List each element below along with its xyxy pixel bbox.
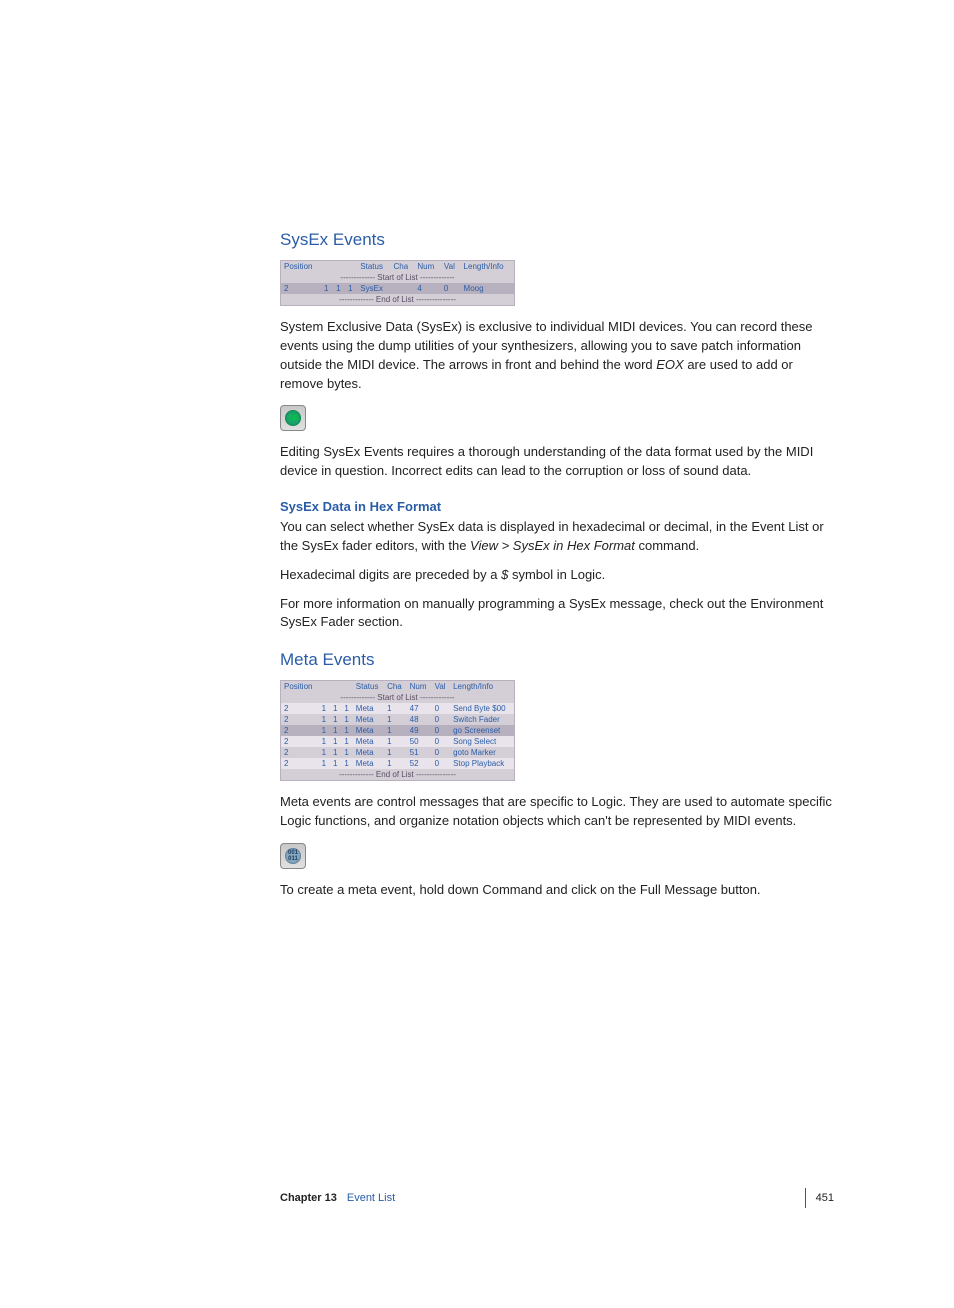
table-row: 2 1 1 1 Meta 1 50 0 Song Select	[281, 736, 515, 747]
col-val: Val	[432, 681, 451, 693]
sysex-event-icon: SE	[280, 405, 306, 431]
heading-meta-events: Meta Events	[280, 650, 834, 670]
table-row: 2 1 1 1 Meta 1 49 0 go Screenset	[281, 725, 515, 736]
meta-event-icon: 001 011	[280, 843, 306, 869]
meta-icon-glyph: 001 011	[285, 848, 301, 864]
col-position: Position	[281, 261, 321, 273]
heading-sysex-events: SysEx Events	[280, 230, 834, 250]
table-row: 2 1 1 1 Meta 1 48 0 Switch Fader	[281, 714, 515, 725]
col-cha: Cha	[384, 681, 407, 693]
table-start-sep: ------------- Start of List ------------…	[281, 692, 515, 703]
table-row: 2 1 1 1 SysEx 4 0 Moog	[281, 283, 515, 294]
footer-divider	[805, 1188, 806, 1208]
col-position: Position	[281, 681, 319, 693]
hex-paragraph-3: For more information on manually program…	[280, 595, 834, 633]
page-footer: Chapter 13 Event List 451	[280, 1188, 834, 1208]
table-start-sep: ------------- Start of List ------------…	[281, 272, 515, 283]
col-num: Num	[414, 261, 441, 273]
hex-paragraph-1: You can select whether SysEx data is dis…	[280, 518, 834, 556]
page-number: 451	[816, 1192, 834, 1204]
meta-paragraph-1: Meta events are control messages that ar…	[280, 793, 834, 831]
table-header-row: Position Status Cha Num Val Length/Info	[281, 681, 515, 693]
table-row: 2 1 1 1 Meta 1 51 0 goto Marker	[281, 747, 515, 758]
col-val: Val	[441, 261, 461, 273]
hex-paragraph-2: Hexadecimal digits are preceded by a $ s…	[280, 566, 834, 585]
footer-chapter: Chapter 13	[280, 1192, 337, 1204]
table-row: 2 1 1 1 Meta 1 47 0 Send Byte $00	[281, 703, 515, 714]
sysex-event-table: Position Status Cha Num Val Length/Info …	[280, 260, 515, 306]
table-header-row: Position Status Cha Num Val Length/Info	[281, 261, 515, 273]
sysex-icon-glyph: SE	[285, 410, 301, 426]
col-cha: Cha	[390, 261, 414, 273]
sysex-paragraph-2: Editing SysEx Events requires a thorough…	[280, 443, 834, 481]
col-length-info: Length/Info	[461, 261, 515, 273]
footer-chapter-name: Event List	[347, 1192, 395, 1204]
meta-paragraph-2: To create a meta event, hold down Comman…	[280, 881, 834, 900]
table-end-sep: ------------- End of List --------------…	[281, 769, 515, 781]
meta-event-table: Position Status Cha Num Val Length/Info …	[280, 680, 515, 781]
heading-sysex-hex: SysEx Data in Hex Format	[280, 499, 834, 514]
col-status: Status	[357, 261, 390, 273]
table-row: 2 1 1 1 Meta 1 52 0 Stop Playback	[281, 758, 515, 769]
col-status: Status	[353, 681, 384, 693]
col-num: Num	[407, 681, 432, 693]
table-end-sep: ------------- End of List --------------…	[281, 294, 515, 306]
sysex-paragraph-1: System Exclusive Data (SysEx) is exclusi…	[280, 318, 834, 393]
col-length-info: Length/Info	[450, 681, 514, 693]
